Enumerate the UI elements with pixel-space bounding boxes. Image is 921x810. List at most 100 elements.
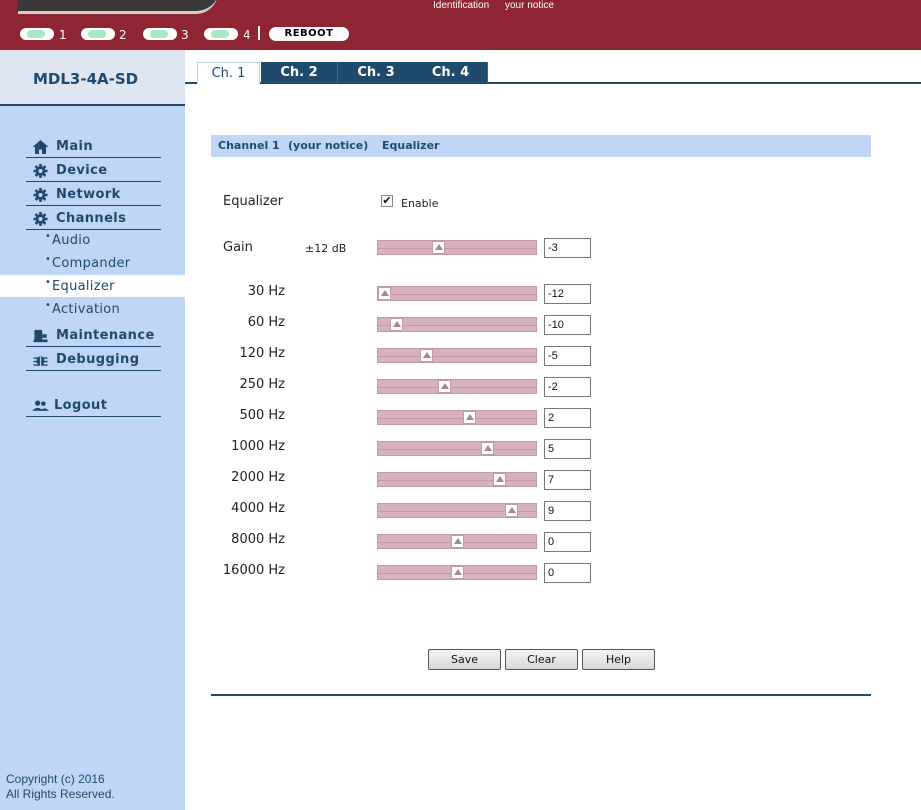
sidebar: MDL3-4A-SD Main Device Network Channels … (0, 50, 185, 810)
channel-led-label-1: 1 (59, 28, 67, 42)
sidebar-item-debugging[interactable]: Debugging (26, 347, 161, 371)
sidebar-item-channels[interactable]: Channels (26, 206, 161, 230)
tab-ch2[interactable]: Ch. 2 (261, 62, 338, 83)
band-value-input[interactable]: 9 (544, 501, 591, 521)
band-slider-thumb[interactable] (481, 442, 494, 455)
band-frequency-label: 2000 Hz (231, 470, 285, 485)
sidebar-item-label: Maintenance (56, 328, 155, 343)
save-button[interactable]: Save (428, 649, 501, 670)
reboot-button[interactable]: REBOOT (269, 27, 349, 41)
sidebar-item-label: Main (56, 139, 94, 154)
band-value-input[interactable]: -2 (544, 377, 591, 397)
help-button[interactable]: Help (582, 649, 655, 670)
clear-button[interactable]: Clear (505, 649, 578, 670)
band-frequency-label: 4000 Hz (231, 501, 285, 516)
band-slider[interactable] (377, 348, 537, 363)
sidebar-device-panel: MDL3-4A-SD (0, 50, 185, 106)
band-slider-thumb[interactable] (493, 473, 506, 486)
band-slider-thumb[interactable] (438, 380, 451, 393)
sidebar-item-label: Device (56, 163, 108, 178)
sidebar-item-main[interactable]: Main (26, 134, 161, 158)
band-slider-thumb[interactable] (378, 287, 391, 300)
band-frequency-label: 500 Hz (239, 408, 285, 423)
band-slider[interactable] (377, 410, 537, 425)
identification-label: Identification (433, 0, 490, 11)
band-slider[interactable] (377, 379, 537, 394)
sidebar-subitem-compander[interactable]: Compander (0, 252, 185, 274)
device-name: MDL3-4A-SD (33, 70, 139, 88)
band-slider[interactable] (377, 441, 537, 456)
header-divider (258, 26, 260, 40)
band-slider-thumb[interactable] (463, 411, 476, 424)
sidebar-subitem-audio[interactable]: Audio (0, 229, 185, 251)
bottom-divider (211, 694, 871, 696)
band-value-input[interactable]: 0 (544, 563, 591, 583)
sidebar-subitem-activation[interactable]: Activation (0, 298, 185, 320)
band-value-input[interactable]: 0 (544, 532, 591, 552)
band-frequency-label: 30 Hz (247, 284, 285, 299)
sidebar-item-label: Network (56, 187, 121, 202)
device-image (18, 0, 218, 14)
band-slider[interactable] (377, 565, 537, 580)
band-frequency-label: 1000 Hz (231, 439, 285, 454)
band-value-input[interactable]: -10 (544, 315, 591, 335)
band-slider-thumb[interactable] (505, 504, 518, 517)
copyright-line: Copyright (c) 2016 (6, 772, 105, 786)
band-value-input[interactable]: -12 (544, 284, 591, 304)
section-title-bar: Channel 1 (your notice) Equalizer (211, 135, 871, 157)
channel-led-label-4: 4 (243, 28, 251, 42)
band-value-input[interactable]: 5 (544, 439, 591, 459)
copyright: Copyright (c) 2016 All Rights Reserved. (6, 772, 115, 802)
sidebar-subitem-equalizer[interactable]: Equalizer (0, 275, 185, 297)
sidebar-subitem-label: Compander (45, 254, 130, 271)
band-slider-thumb[interactable] (420, 349, 433, 362)
gain-slider[interactable] (377, 240, 537, 255)
sidebar-item-network[interactable]: Network (26, 182, 161, 206)
tab-ch3[interactable]: Ch. 3 (338, 62, 415, 83)
tab-ch4[interactable]: Ch. 4 (414, 62, 488, 83)
channel-led-4 (204, 28, 238, 40)
title-section: Equalizer (382, 139, 440, 152)
header-bar: Identification your notice 1 2 3 4 REBOO… (0, 0, 921, 50)
sidebar-subitem-label: Audio (45, 231, 90, 248)
band-frequency-label: 250 Hz (239, 377, 285, 392)
wrench-icon (33, 329, 48, 343)
band-frequency-label: 16000 Hz (222, 563, 285, 578)
band-value-input[interactable]: 2 (544, 408, 591, 428)
gear-icon (33, 188, 48, 202)
band-value-input[interactable]: 7 (544, 470, 591, 490)
band-slider[interactable] (377, 472, 537, 487)
channel-led-1 (20, 28, 54, 40)
channel-led-label-3: 3 (181, 28, 189, 42)
title-notice: (your notice) (288, 139, 369, 152)
gain-slider-thumb[interactable] (432, 241, 445, 254)
sidebar-item-logout[interactable]: Logout (26, 393, 161, 417)
sidebar-item-label: Logout (54, 398, 108, 413)
gain-value-input[interactable]: -3 (544, 238, 591, 258)
sidebar-subitem-label: Equalizer (45, 277, 115, 294)
band-frequency-label: 120 Hz (239, 346, 285, 361)
tab-ch1[interactable]: Ch. 1 (197, 62, 260, 84)
home-icon (32, 140, 49, 154)
sidebar-subitem-label: Activation (45, 300, 120, 317)
channel-led-3 (143, 28, 177, 40)
sidebar-item-label: Channels (56, 211, 127, 226)
band-slider-thumb[interactable] (451, 566, 464, 579)
enable-label: Enable (401, 197, 439, 210)
enable-checkbox[interactable]: ✔ (381, 195, 393, 207)
sidebar-item-device[interactable]: Device (26, 158, 161, 182)
copyright-line: All Rights Reserved. (6, 787, 115, 801)
band-slider-thumb[interactable] (390, 318, 403, 331)
bug-icon (33, 356, 48, 367)
band-slider[interactable] (377, 317, 537, 332)
gear-icon (33, 164, 48, 178)
band-frequency-label: 60 Hz (247, 315, 285, 330)
band-value-input[interactable]: -5 (544, 346, 591, 366)
band-slider[interactable] (377, 286, 537, 301)
gain-label: Gain (223, 240, 253, 255)
band-slider-thumb[interactable] (451, 535, 464, 548)
band-slider[interactable] (377, 503, 537, 518)
title-channel: Channel 1 (218, 139, 280, 152)
sidebar-item-maintenance[interactable]: Maintenance (26, 323, 161, 347)
band-slider[interactable] (377, 534, 537, 549)
